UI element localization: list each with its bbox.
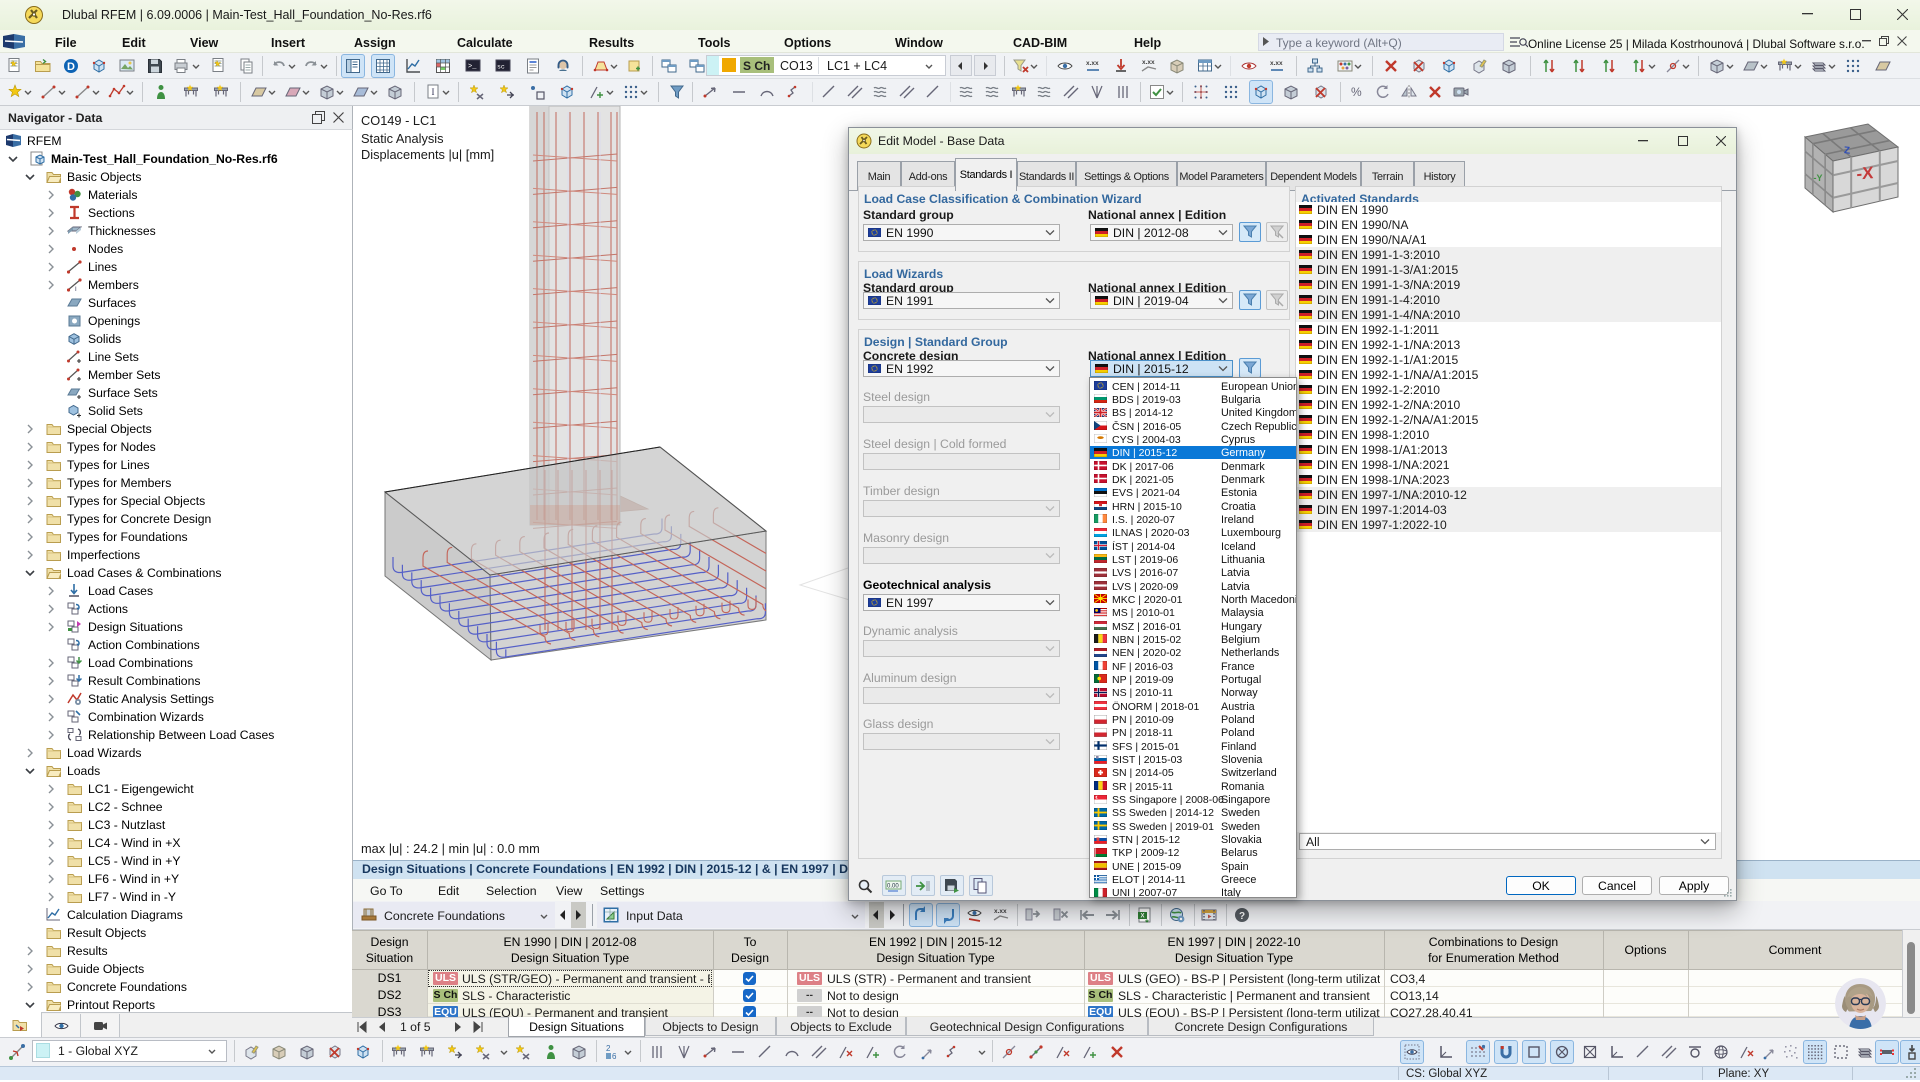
svg-text:X: X bbox=[1140, 914, 1144, 920]
svg-text:?: ? bbox=[1239, 911, 1245, 922]
svg-text:D: D bbox=[67, 61, 75, 73]
svg-text:-Y: -Y bbox=[1814, 173, 1823, 183]
svg-text:I: I bbox=[75, 287, 77, 292]
svg-text:0.00: 0.00 bbox=[887, 884, 899, 890]
svg-text:x.xx: x.xx bbox=[1086, 60, 1099, 67]
svg-text:>_: >_ bbox=[468, 63, 477, 71]
svg-text:6: 6 bbox=[612, 1052, 617, 1061]
svg-text:x.xx: x.xx bbox=[1142, 59, 1155, 66]
svg-text:2: 2 bbox=[606, 1044, 611, 1053]
svg-text:Z: Z bbox=[1844, 145, 1850, 157]
svg-text:I: I bbox=[432, 87, 435, 97]
svg-text:-X: -X bbox=[1857, 163, 1875, 184]
svg-text:x.xx: x.xx bbox=[1270, 60, 1283, 67]
svg-text:%: % bbox=[1351, 85, 1362, 99]
svg-text:x.xx: x.xx bbox=[994, 908, 1007, 915]
svg-text:sc: sc bbox=[497, 64, 505, 71]
